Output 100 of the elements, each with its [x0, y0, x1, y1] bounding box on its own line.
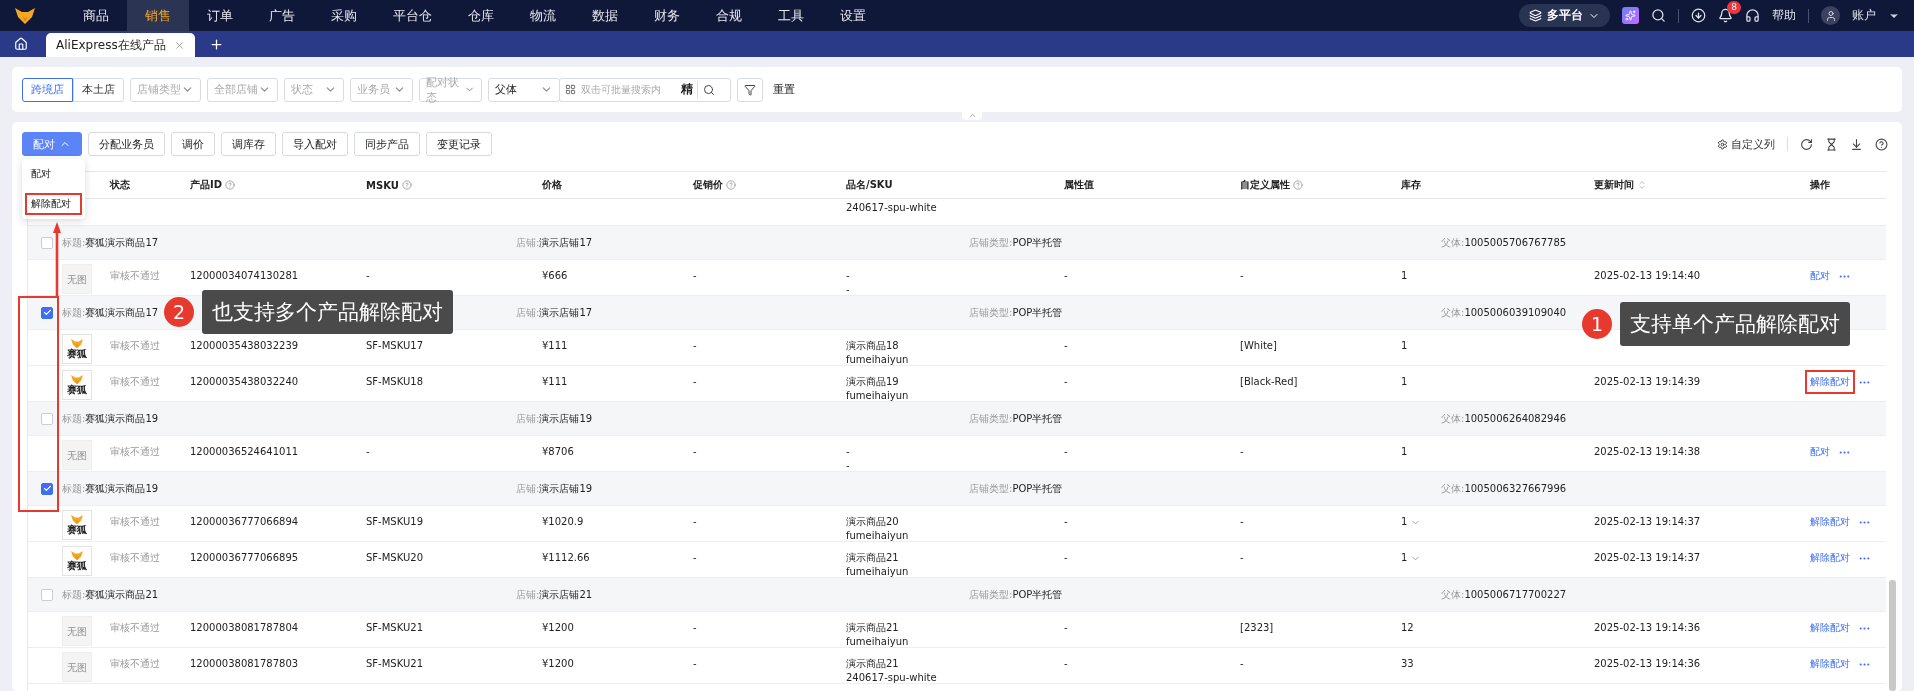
nav-item[interactable]: 数据	[574, 0, 636, 31]
nav-item[interactable]: 设置	[822, 0, 884, 31]
column-header: 自定义属性	[1240, 178, 1290, 192]
nav-item[interactable]: 商品	[65, 0, 127, 31]
download-icon[interactable]	[1691, 8, 1706, 23]
row-checkbox[interactable]	[41, 306, 53, 319]
name-sku-text: -	[846, 283, 851, 297]
store-type-toggle[interactable]: 跨境店	[22, 77, 73, 102]
exact-match-toggle[interactable]: 精	[681, 81, 698, 98]
match-action-link[interactable]: 配对	[1805, 440, 1835, 464]
attribute-text: -	[1064, 551, 1069, 565]
name-sku-text: 演示商品19	[846, 375, 900, 389]
row-checkbox[interactable]	[41, 482, 53, 495]
match-action-link[interactable]: 解除配对	[1805, 370, 1855, 394]
product-id: 12000034074130281	[190, 269, 300, 283]
attribute-text: -	[1064, 339, 1069, 353]
match-action-link[interactable]: 解除配对	[1805, 652, 1855, 676]
help-link[interactable]: 帮助	[1772, 7, 1796, 24]
status-text: 审核不通过	[110, 339, 161, 353]
group-field: 标题:赛狐演示商品17	[62, 305, 159, 320]
toolbar-button[interactable]: 同步产品	[354, 132, 420, 156]
match-action-link[interactable]: 解除配对	[1805, 616, 1855, 640]
platform-switcher[interactable]: 多平台	[1519, 4, 1610, 27]
filter-select[interactable]: 父体	[488, 77, 560, 102]
collapse-handle[interactable]	[962, 111, 982, 120]
price-text: ¥8706	[542, 445, 575, 459]
product-id: 12000036777066895	[190, 551, 300, 565]
nav-item[interactable]: 销售	[127, 0, 189, 31]
stock-text: 12	[1401, 621, 1414, 635]
group-field: 父体:1005006717700227	[1441, 587, 1567, 602]
download-icon[interactable]	[1850, 137, 1863, 151]
stock-text: 1	[1401, 339, 1408, 353]
notification-icon[interactable]	[1718, 8, 1733, 23]
notification-badge: 8	[1727, 1, 1741, 14]
filter-button[interactable]	[737, 77, 763, 102]
hourglass-icon[interactable]	[1825, 137, 1838, 151]
custom-attribute-text: -	[1240, 551, 1245, 565]
refresh-icon[interactable]	[1800, 137, 1813, 151]
ai-icon[interactable]	[1622, 7, 1639, 24]
column-header: 状态	[110, 178, 130, 192]
group-field: 标题:赛狐演示商品21	[62, 587, 159, 602]
no-image-thumbnail: 无图	[62, 616, 92, 646]
nav-item[interactable]: 订单	[189, 0, 251, 31]
help-icon[interactable]	[1875, 137, 1888, 151]
nav-item[interactable]: 平台仓	[375, 0, 450, 31]
account-menu[interactable]: 账户	[1852, 7, 1876, 24]
group-field: 店铺:演示店铺17	[516, 305, 593, 320]
search-field[interactable]: 双击可批量搜索内 精	[559, 77, 731, 102]
status-text: 审核不通过	[110, 657, 161, 671]
reset-link[interactable]: 重置	[773, 82, 795, 97]
status-text: 审核不通过	[110, 269, 161, 283]
product-id: 12000036524641011	[190, 445, 300, 459]
check-icon	[42, 484, 52, 493]
update-time: 2025-02-13 19:14:39	[1594, 375, 1702, 389]
custom-columns-button[interactable]: 自定义列	[1717, 136, 1775, 152]
column-header: 品名/SKU	[846, 178, 893, 192]
avatar[interactable]	[1821, 6, 1840, 25]
toolbar-button[interactable]: 分配业务员	[88, 132, 165, 156]
toolbar-button[interactable]: 调库存	[221, 132, 276, 156]
toolbar-button[interactable]: 导入配对	[282, 132, 348, 156]
product-id: 12000038081787804	[190, 621, 300, 635]
nav-item[interactable]: 工具	[760, 0, 822, 31]
match-action-link[interactable]: 解除配对	[1805, 546, 1855, 570]
group-field: 父体:1005005706767785	[1441, 235, 1567, 250]
status-text: 审核不通过	[110, 621, 161, 635]
name-sku-text: fumeihaiyun	[846, 565, 910, 579]
headset-icon[interactable]	[1745, 8, 1760, 23]
nav-item[interactable]: 广告	[251, 0, 313, 31]
scrollbar[interactable]	[1889, 580, 1896, 691]
toolbar-button[interactable]: 变更记录	[426, 132, 492, 156]
stock-text: 1	[1401, 375, 1408, 389]
product-id: 12000035438032240	[190, 375, 300, 389]
search-icon[interactable]	[1651, 8, 1666, 23]
match-action-link[interactable]: 解除配对	[1805, 510, 1855, 534]
attribute-text: -	[1064, 269, 1069, 283]
home-icon	[14, 37, 28, 51]
status-text: 审核不通过	[110, 445, 161, 459]
nav-item[interactable]: 物流	[512, 0, 574, 31]
custom-attribute-text: [Black-Red]	[1240, 375, 1299, 389]
update-time: 2025-02-13 19:14:36	[1594, 621, 1702, 635]
name-sku-text: -	[846, 269, 851, 283]
group-field: 店铺类型:POP半托管	[969, 587, 1063, 602]
name-sku-text: fumeihaiyun	[846, 529, 910, 543]
nav-item[interactable]: 财务	[636, 0, 698, 31]
sort-icon[interactable]	[1637, 180, 1647, 190]
nav-item[interactable]: 合规	[698, 0, 760, 31]
menu-item[interactable]: 解除配对	[25, 193, 82, 215]
group-field: 店铺:演示店铺19	[516, 481, 593, 496]
nav-item[interactable]: 采购	[313, 0, 375, 31]
group-field: 店铺:演示店铺21	[516, 587, 593, 602]
close-icon[interactable]	[173, 39, 185, 51]
match-action-link[interactable]: 配对	[1805, 264, 1835, 288]
promo-price-text: -	[693, 445, 698, 459]
page-tab[interactable]: AliExpress在线产品	[46, 33, 195, 57]
toolbar-button[interactable]: 调价	[171, 132, 215, 156]
menu-item[interactable]: 配对	[25, 163, 82, 185]
store-type-toggle[interactable]: 本土店	[73, 77, 124, 102]
promo-price-text: -	[693, 339, 698, 353]
nav-item[interactable]: 仓库	[450, 0, 512, 31]
no-image-thumbnail: 无图	[62, 652, 92, 682]
